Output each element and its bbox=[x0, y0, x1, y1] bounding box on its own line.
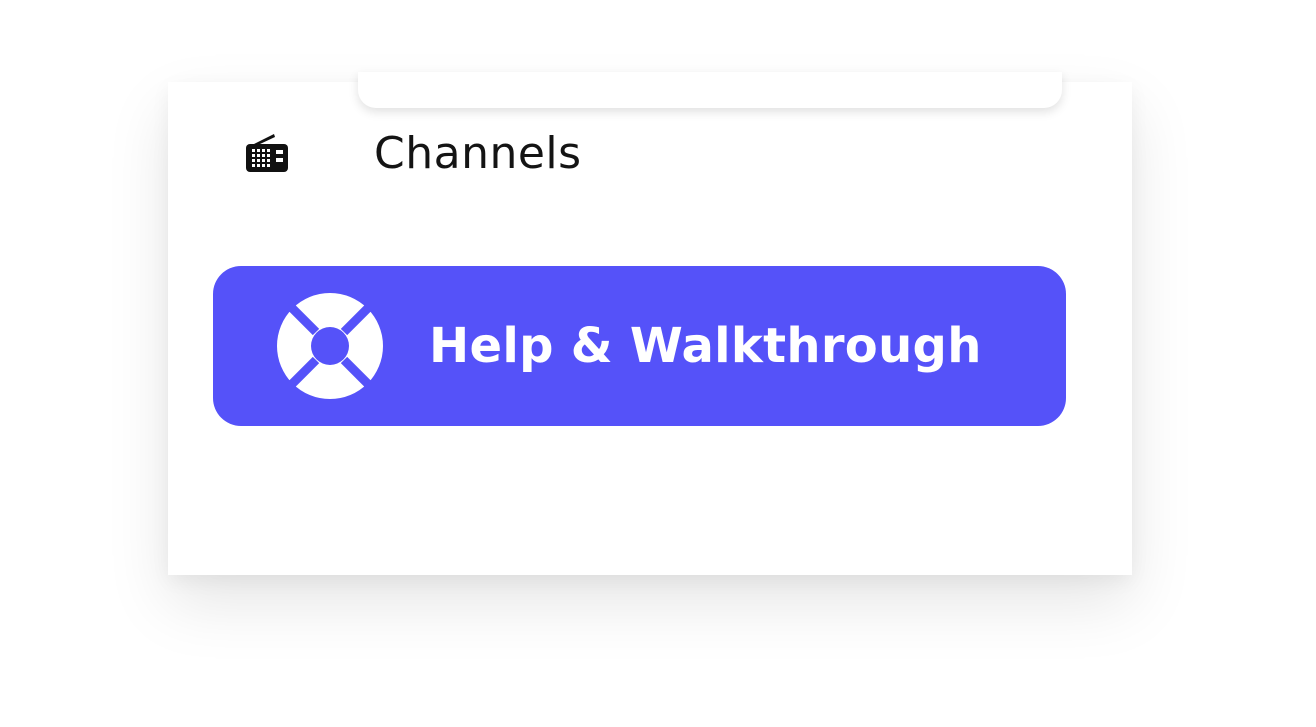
sidebar-item-label: Channels bbox=[374, 127, 582, 179]
sidebar-panel: Channels Help & Walkthrough bbox=[168, 72, 1132, 575]
radio-icon bbox=[244, 130, 290, 176]
sidebar-item-channels[interactable]: Channels bbox=[244, 118, 1044, 188]
screen: Channels Help & Walkthrough bbox=[0, 0, 1316, 727]
lifebuoy-icon bbox=[275, 291, 385, 401]
menu-card-edge bbox=[358, 72, 1062, 108]
help-walkthrough-button[interactable]: Help & Walkthrough bbox=[213, 266, 1066, 426]
help-button-label: Help & Walkthrough bbox=[429, 318, 982, 374]
